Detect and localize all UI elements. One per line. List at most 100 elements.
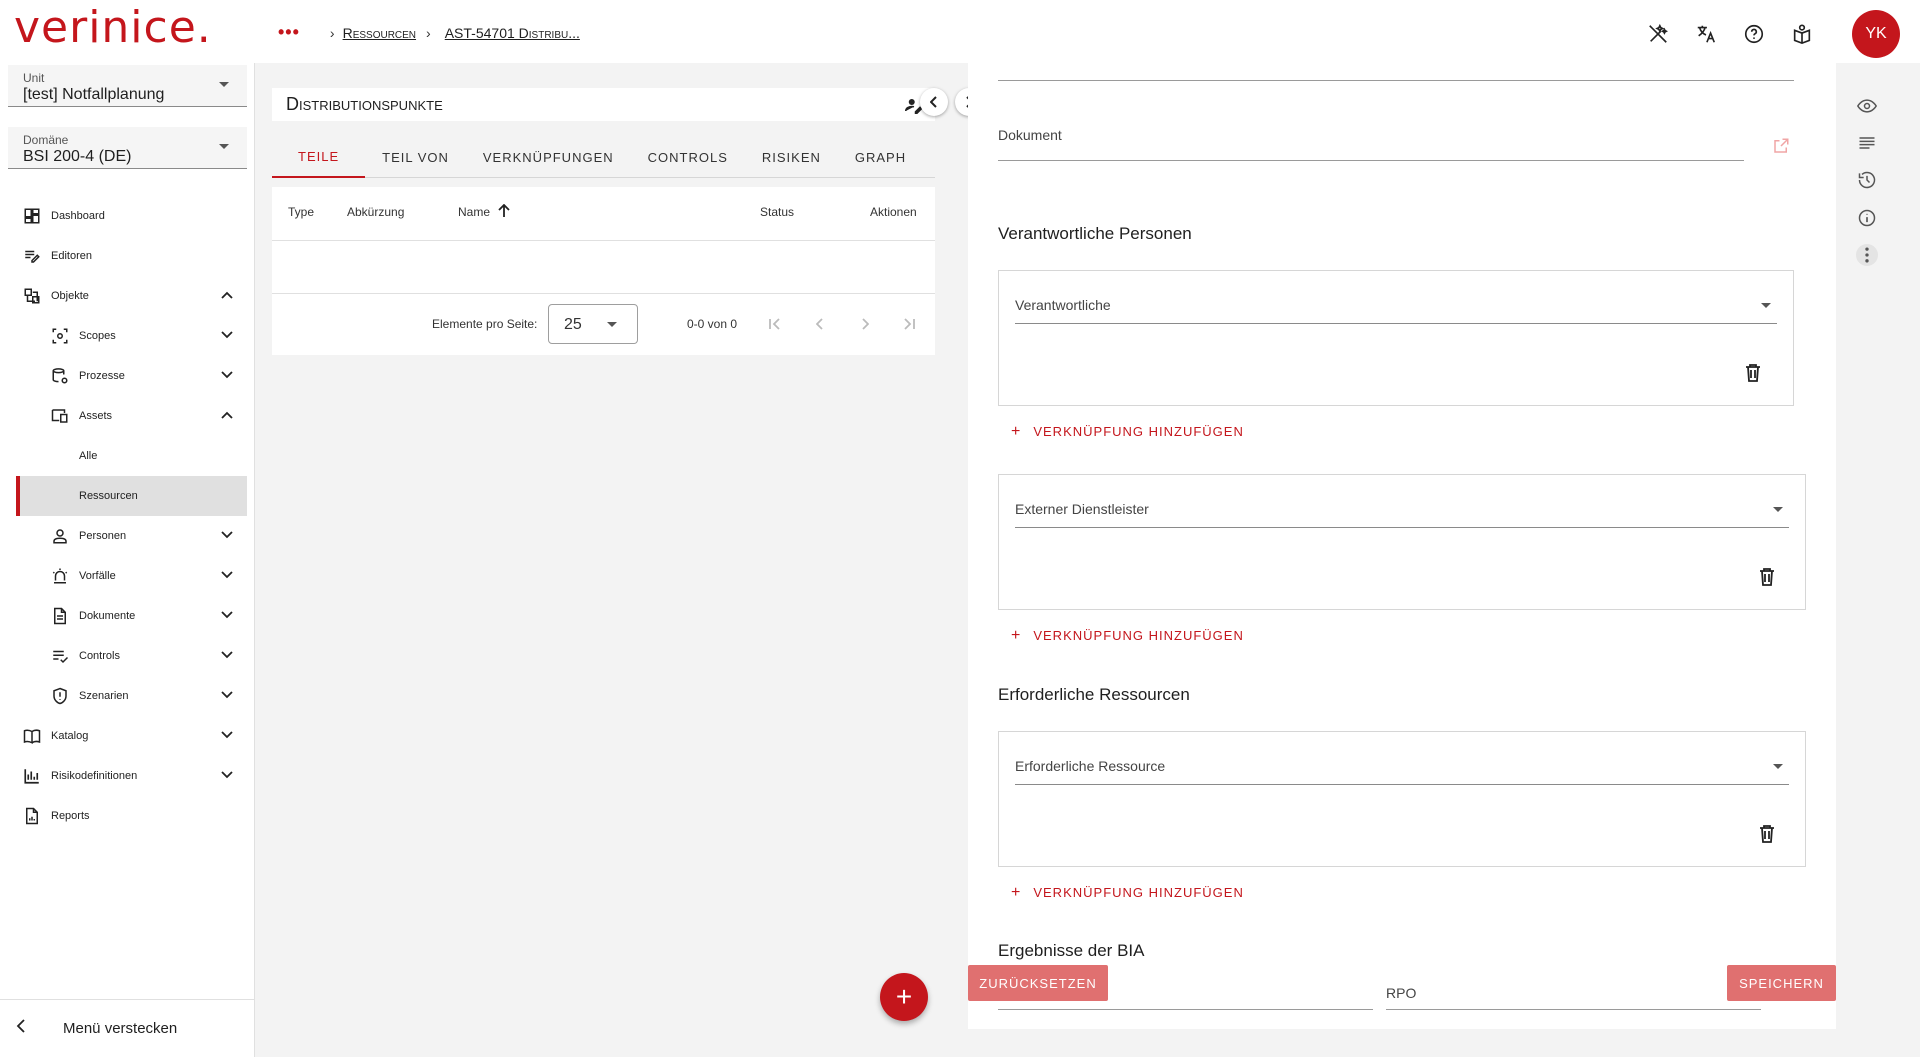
process-icon bbox=[51, 367, 69, 385]
sidebar-item-dashboard[interactable]: Dashboard bbox=[0, 196, 255, 236]
chevron-down-icon bbox=[221, 610, 233, 622]
chevron-down-icon bbox=[221, 530, 233, 542]
ressource-select[interactable]: Erforderliche Ressource bbox=[1015, 752, 1789, 785]
hide-menu-button[interactable]: Menü verstecken bbox=[0, 999, 255, 1057]
collapse-left-button[interactable] bbox=[920, 88, 948, 116]
per-page-value: 25 bbox=[564, 316, 582, 333]
tab-graph[interactable]: GRAPH bbox=[838, 136, 923, 178]
sidebar-item-label: Objekte bbox=[51, 290, 89, 302]
sidebar-item-prozesse[interactable]: Prozesse bbox=[0, 356, 255, 396]
tutorial-icon[interactable] bbox=[1788, 20, 1816, 48]
sidebar-item-label: Ressourcen bbox=[79, 490, 138, 502]
add-link-button[interactable]: + VERKNÜPFUNG HINZUFÜGEN bbox=[1011, 423, 1244, 441]
chevron-down-icon bbox=[221, 690, 233, 702]
open-in-new-icon[interactable] bbox=[1772, 137, 1790, 160]
domain-select-label: Domäne bbox=[23, 133, 69, 147]
plus-icon: + bbox=[1011, 423, 1022, 440]
column-header-type[interactable]: Type bbox=[288, 205, 314, 219]
table-header: Type Abkürzung Name Status Aktionen bbox=[272, 187, 935, 241]
tab-risiken[interactable]: RISIKEN bbox=[745, 136, 838, 178]
parts-table: Type Abkürzung Name Status Aktionen Elem… bbox=[272, 187, 935, 355]
last-page-icon[interactable] bbox=[898, 313, 920, 335]
tab-teile[interactable]: TEILE bbox=[272, 136, 366, 178]
add-link-label: VERKNÜPFUNG HINZUFÜGEN bbox=[1033, 628, 1244, 643]
history-icon[interactable] bbox=[1856, 169, 1878, 191]
tab-verknuepfungen[interactable]: VERKNÜPFUNGEN bbox=[466, 136, 631, 178]
chevron-down-icon bbox=[221, 570, 233, 582]
verantwortliche-link-box: Verantwortliche bbox=[998, 270, 1794, 406]
rpo-field[interactable] bbox=[1386, 963, 1761, 1010]
delete-icon[interactable] bbox=[1745, 364, 1761, 387]
caret-down-icon bbox=[607, 322, 617, 327]
info-icon[interactable] bbox=[1856, 207, 1878, 229]
sidebar-item-ressourcen[interactable]: Ressourcen bbox=[16, 476, 247, 516]
add-link-button[interactable]: + VERKNÜPFUNG HINZUFÜGEN bbox=[1011, 884, 1244, 902]
domain-select-value: BSI 200-4 (DE) bbox=[23, 148, 132, 165]
sidebar-item-reports[interactable]: Reports bbox=[0, 796, 255, 836]
delete-icon[interactable] bbox=[1759, 825, 1775, 848]
unit-select-value: [test] Notfallplanung bbox=[23, 86, 165, 103]
eye-icon[interactable] bbox=[1856, 95, 1878, 117]
magic-wand-off-icon[interactable] bbox=[1644, 20, 1672, 48]
translate-icon[interactable] bbox=[1692, 20, 1720, 48]
column-header-name[interactable]: Name bbox=[458, 205, 490, 219]
tab-teil-von[interactable]: TEIL VON bbox=[365, 136, 466, 178]
delete-icon[interactable] bbox=[1759, 568, 1775, 591]
sidebar-item-dokumente[interactable]: Dokumente bbox=[0, 596, 255, 636]
document-icon bbox=[51, 607, 69, 625]
sidebar-item-risikodefinitionen[interactable]: Risikodefinitionen bbox=[0, 756, 255, 796]
unit-select[interactable]: Unit [test] Notfallplanung bbox=[8, 65, 247, 107]
next-page-icon[interactable] bbox=[854, 313, 876, 335]
sidebar-item-assets[interactable]: Assets bbox=[0, 396, 255, 436]
ressource-link-box: Erforderliche Ressource bbox=[998, 731, 1806, 867]
devices-icon bbox=[51, 407, 69, 425]
per-page-label: Elemente pro Seite: bbox=[432, 317, 538, 331]
plus-icon: + bbox=[1011, 884, 1022, 901]
save-button[interactable]: SPEICHERN bbox=[1727, 965, 1836, 1001]
chevron-down-icon bbox=[221, 650, 233, 662]
checklist-icon bbox=[51, 647, 69, 665]
sidebar-item-alle[interactable]: Alle bbox=[0, 436, 255, 476]
dienstleister-select[interactable]: Externer Dienstleister bbox=[1015, 495, 1789, 528]
reset-button[interactable]: ZURÜCKSETZEN bbox=[968, 965, 1108, 1001]
user-avatar[interactable]: YK bbox=[1852, 10, 1900, 58]
app-logo[interactable]: verinice. bbox=[14, 2, 212, 53]
dashboard-icon bbox=[23, 207, 41, 225]
sidebar-item-controls[interactable]: Controls bbox=[0, 636, 255, 676]
sidebar-item-szenarien[interactable]: Szenarien bbox=[0, 676, 255, 716]
more-vert-icon[interactable] bbox=[1856, 244, 1878, 266]
sidebar-item-editoren[interactable]: Editoren bbox=[0, 236, 255, 276]
sidebar-item-label: Szenarien bbox=[79, 690, 129, 702]
add-link-button[interactable]: + VERKNÜPFUNG HINZUFÜGEN bbox=[1011, 627, 1244, 645]
section-verantwortliche-personen: Verantwortliche Personen bbox=[998, 224, 1192, 243]
report-icon bbox=[23, 807, 41, 825]
chevron-left-icon bbox=[930, 96, 937, 108]
breadcrumb-current-link[interactable]: AST-54701 Distribu... bbox=[445, 25, 580, 41]
sidebar-item-label: Katalog bbox=[51, 730, 89, 742]
previous-page-icon[interactable] bbox=[809, 313, 831, 335]
breadcrumb-more-button[interactable]: ••• bbox=[278, 22, 300, 43]
verantwortliche-select[interactable]: Verantwortliche bbox=[1015, 291, 1777, 324]
per-page-select[interactable]: 25 bbox=[548, 304, 638, 344]
app-header: verinice. ••• › Ressourcen › AST-54701 D… bbox=[0, 0, 1920, 63]
object-form: Dokument Verantwortliche Personen Verant… bbox=[968, 63, 1836, 1029]
first-page-icon[interactable] bbox=[764, 313, 786, 335]
list-icon[interactable] bbox=[1856, 132, 1878, 154]
domain-select[interactable]: Domäne BSI 200-4 (DE) bbox=[8, 127, 247, 169]
add-part-button[interactable]: + bbox=[880, 973, 928, 1021]
sidebar-item-vorfaelle[interactable]: Vorfälle bbox=[0, 556, 255, 596]
sidebar-item-label: Editoren bbox=[51, 250, 92, 262]
dokument-field[interactable] bbox=[998, 123, 1744, 161]
edit-note-icon bbox=[23, 247, 41, 265]
column-header-abkuerzung[interactable]: Abkürzung bbox=[347, 205, 404, 219]
breadcrumb-ressourcen-link[interactable]: Ressourcen bbox=[343, 25, 416, 41]
tab-controls[interactable]: CONTROLS bbox=[631, 136, 745, 178]
sidebar-item-objekte[interactable]: Objekte bbox=[0, 276, 255, 316]
sidebar-item-katalog[interactable]: Katalog bbox=[0, 716, 255, 756]
chevron-right-icon: › bbox=[426, 24, 431, 41]
sidebar-item-personen[interactable]: Personen bbox=[0, 516, 255, 556]
column-header-status[interactable]: Status bbox=[760, 205, 794, 219]
sidebar-item-scopes[interactable]: Scopes bbox=[0, 316, 255, 356]
scope-icon bbox=[51, 327, 69, 345]
help-icon[interactable] bbox=[1740, 20, 1768, 48]
